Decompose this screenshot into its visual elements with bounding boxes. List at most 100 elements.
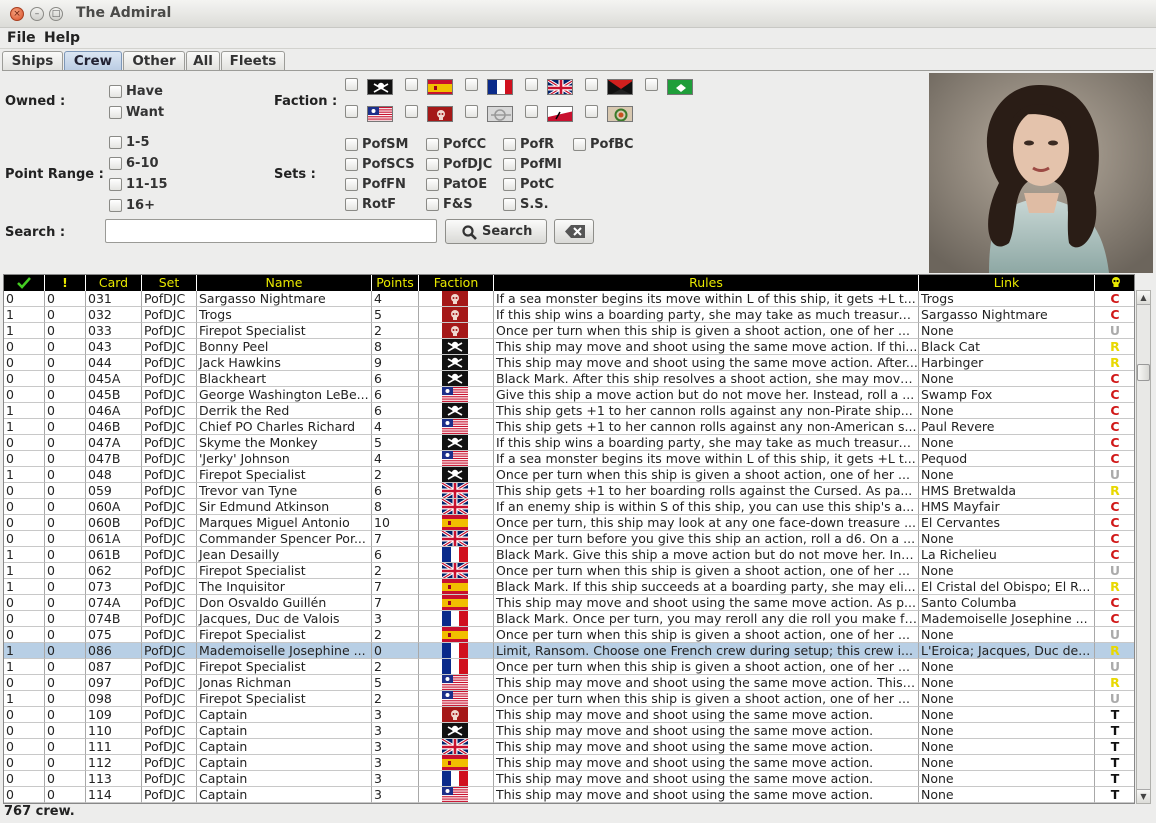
cell-faction [419,547,494,563]
set-pofbc-checkbox[interactable] [573,138,586,151]
table-row[interactable]: 0 0 110 PofDJC Captain 3 This ship may move an… [4,723,1134,739]
header-points[interactable]: Points [372,275,419,291]
clear-search-button[interactable] [554,219,594,244]
table-row[interactable]: 0 0 044 PofDJC Jack Hawkins 9 This ship may mo… [4,355,1134,371]
table-row[interactable]: 0 0 031 PofDJC Sargasso Nightmare 4 If a sea m… [4,291,1134,307]
set-potc-checkbox[interactable] [503,178,516,191]
table-row[interactable]: 0 0 111 PofDJC Captain 3 This ship may move an… [4,739,1134,755]
table-row[interactable]: 0 0 045A PofDJC Blackheart 6 Black Mark. After… [4,371,1134,387]
range-16-plus-checkbox[interactable] [109,199,122,212]
table-row[interactable]: 1 0 061B PofDJC Jean Desailly 6 Black Mark. Gi… [4,547,1134,563]
table-row[interactable]: 0 0 060B PofDJC Marques Miguel Antonio 10 Once… [4,515,1134,531]
header-rules[interactable]: Rules [494,275,919,291]
header-want[interactable]: ! [45,275,86,291]
set-poffn-checkbox[interactable] [345,178,358,191]
table-row[interactable]: 0 0 114 PofDJC Captain 3 This ship may move an… [4,787,1134,803]
table-row[interactable]: 0 0 061A PofDJC Commander Spencer Por... 7 Onc… [4,531,1134,547]
close-window-button[interactable]: × [10,7,24,21]
set-pofr-checkbox[interactable] [503,138,516,151]
table-row[interactable]: 0 0 074A PofDJC Don Osvaldo Guillén 7 This shi… [4,595,1134,611]
range-1-5-label: 1-5 [126,135,150,150]
menu-file[interactable]: File [7,30,36,46]
table-row[interactable]: 1 0 098 PofDJC Firepot Specialist 2 Once per t… [4,691,1134,707]
table-row[interactable]: 1 0 073 PofDJC The Inquisitor 7 Black Mark. If… [4,579,1134,595]
table-row[interactable]: 0 0 047B PofDJC 'Jerky' Johnson 4 If a sea mon… [4,451,1134,467]
set-ss-checkbox[interactable] [503,198,516,211]
tab-other[interactable]: Other [123,51,185,71]
tab-ships[interactable]: Ships [2,51,63,71]
tab-all[interactable]: All [186,51,220,71]
table-row[interactable]: 0 0 075 PofDJC Firepot Specialist 2 Once per t… [4,627,1134,643]
tab-crew[interactable]: Crew [64,51,122,71]
scroll-up-arrow-icon[interactable]: ▲ [1137,291,1150,305]
maximize-window-button[interactable]: □ [49,7,63,21]
barbary-flag-checkbox[interactable] [645,78,658,91]
cell-link: None [919,691,1095,707]
table-row[interactable]: 0 0 043 PofDJC Bonny Peel 8 This ship may move… [4,339,1134,355]
set-rotf-checkbox[interactable] [345,198,358,211]
search-input[interactable] [105,219,437,243]
range-11-15-checkbox[interactable] [109,178,122,191]
header-card[interactable]: Card [86,275,142,291]
set-pofcc-checkbox[interactable] [426,138,439,151]
table-row[interactable]: 0 0 074B PofDJC Jacques, Duc de Valois 3 Black… [4,611,1134,627]
header-faction[interactable]: Faction [419,275,494,291]
header-link[interactable]: Link [919,275,1095,291]
header-rarity[interactable] [1095,275,1134,291]
vikings-flag-checkbox[interactable] [525,105,538,118]
want-checkbox[interactable] [109,106,122,119]
scroll-down-arrow-icon[interactable]: ▼ [1137,789,1150,803]
cell-faction [419,755,494,771]
pirate-flag-checkbox[interactable] [345,78,358,91]
table-row[interactable]: 0 0 109 PofDJC Captain 3 This ship may move an… [4,707,1134,723]
table-row[interactable]: 1 0 046A PofDJC Derrik the Red 6 This ship get… [4,403,1134,419]
table-row[interactable]: 1 0 087 PofDJC Firepot Specialist 2 Once per t… [4,659,1134,675]
cursed-flag-checkbox[interactable] [405,105,418,118]
set-pofdjc-checkbox[interactable] [426,158,439,171]
menu-help[interactable]: Help [44,30,80,46]
america-flag-checkbox[interactable] [345,105,358,118]
stone-flag-checkbox[interactable] [585,105,598,118]
minimize-window-button[interactable]: – [30,7,44,21]
header-name[interactable]: Name [197,275,372,291]
table-row[interactable]: 1 0 048 PofDJC Firepot Specialist 2 Once per t… [4,467,1134,483]
spain-flag-checkbox[interactable] [405,78,418,91]
table-row[interactable]: 0 0 059 PofDJC Trevor van Tyne 6 This ship get… [4,483,1134,499]
scroll-thumb[interactable] [1137,364,1150,381]
england-flag-checkbox[interactable] [525,78,538,91]
table-row[interactable]: 1 0 046B PofDJC Chief PO Charles Richard 4 Thi… [4,419,1134,435]
table-row[interactable]: 1 0 032 PofDJC Trogs 5 If this ship wins a boa… [4,307,1134,323]
cell-link: None [919,659,1095,675]
table-row[interactable]: 0 0 047A PofDJC Skyme the Monkey 5 If this shi… [4,435,1134,451]
tab-fleets[interactable]: Fleets [221,51,285,71]
range-1-5-checkbox[interactable] [109,136,122,149]
set-patoe-checkbox[interactable] [426,178,439,191]
header-set[interactable]: Set [142,275,197,291]
table-row[interactable]: 0 0 060A PofDJC Sir Edmund Atkinson 8 If an en… [4,499,1134,515]
cell-card: 043 [86,339,142,355]
jade-rebellion-flag-checkbox[interactable] [465,105,478,118]
table-scrollbar[interactable]: ▲ ▼ [1136,290,1151,804]
table-row[interactable]: 0 0 097 PofDJC Jonas Richman 5 This ship may m… [4,675,1134,691]
set-fands-checkbox[interactable] [426,198,439,211]
set-pofsm-checkbox[interactable] [345,138,358,151]
table-row[interactable]: 0 0 045B PofDJC George Washington LeBe... 6 Gi… [4,387,1134,403]
table-row[interactable]: 1 0 033 PofDJC Firepot Specialist 2 Once per t… [4,323,1134,339]
set-pofscs-checkbox[interactable] [345,158,358,171]
cell-link: None [919,675,1095,691]
header-have[interactable] [4,275,45,291]
cell-points: 8 [372,499,419,515]
set-pofmi-checkbox[interactable] [503,158,516,171]
table-row[interactable]: 0 0 112 PofDJC Captain 3 This ship may move an… [4,755,1134,771]
france-flag-checkbox[interactable] [465,78,478,91]
set-poffn-label: PofFN [362,177,406,192]
crew-table[interactable]: ! Card Set Name Points Faction Rules Lin… [3,274,1135,804]
search-button[interactable]: Search [445,219,547,244]
cell-rarity: U [1095,659,1134,675]
table-row[interactable]: 0 0 113 PofDJC Captain 3 This ship may move an… [4,771,1134,787]
mercenary-flag-checkbox[interactable] [585,78,598,91]
have-checkbox[interactable] [109,85,122,98]
table-row[interactable]: 1 0 086 PofDJC Mademoiselle Josephine ... 0 Li… [4,643,1134,659]
range-6-10-checkbox[interactable] [109,157,122,170]
table-row[interactable]: 1 0 062 PofDJC Firepot Specialist 2 Once per t… [4,563,1134,579]
